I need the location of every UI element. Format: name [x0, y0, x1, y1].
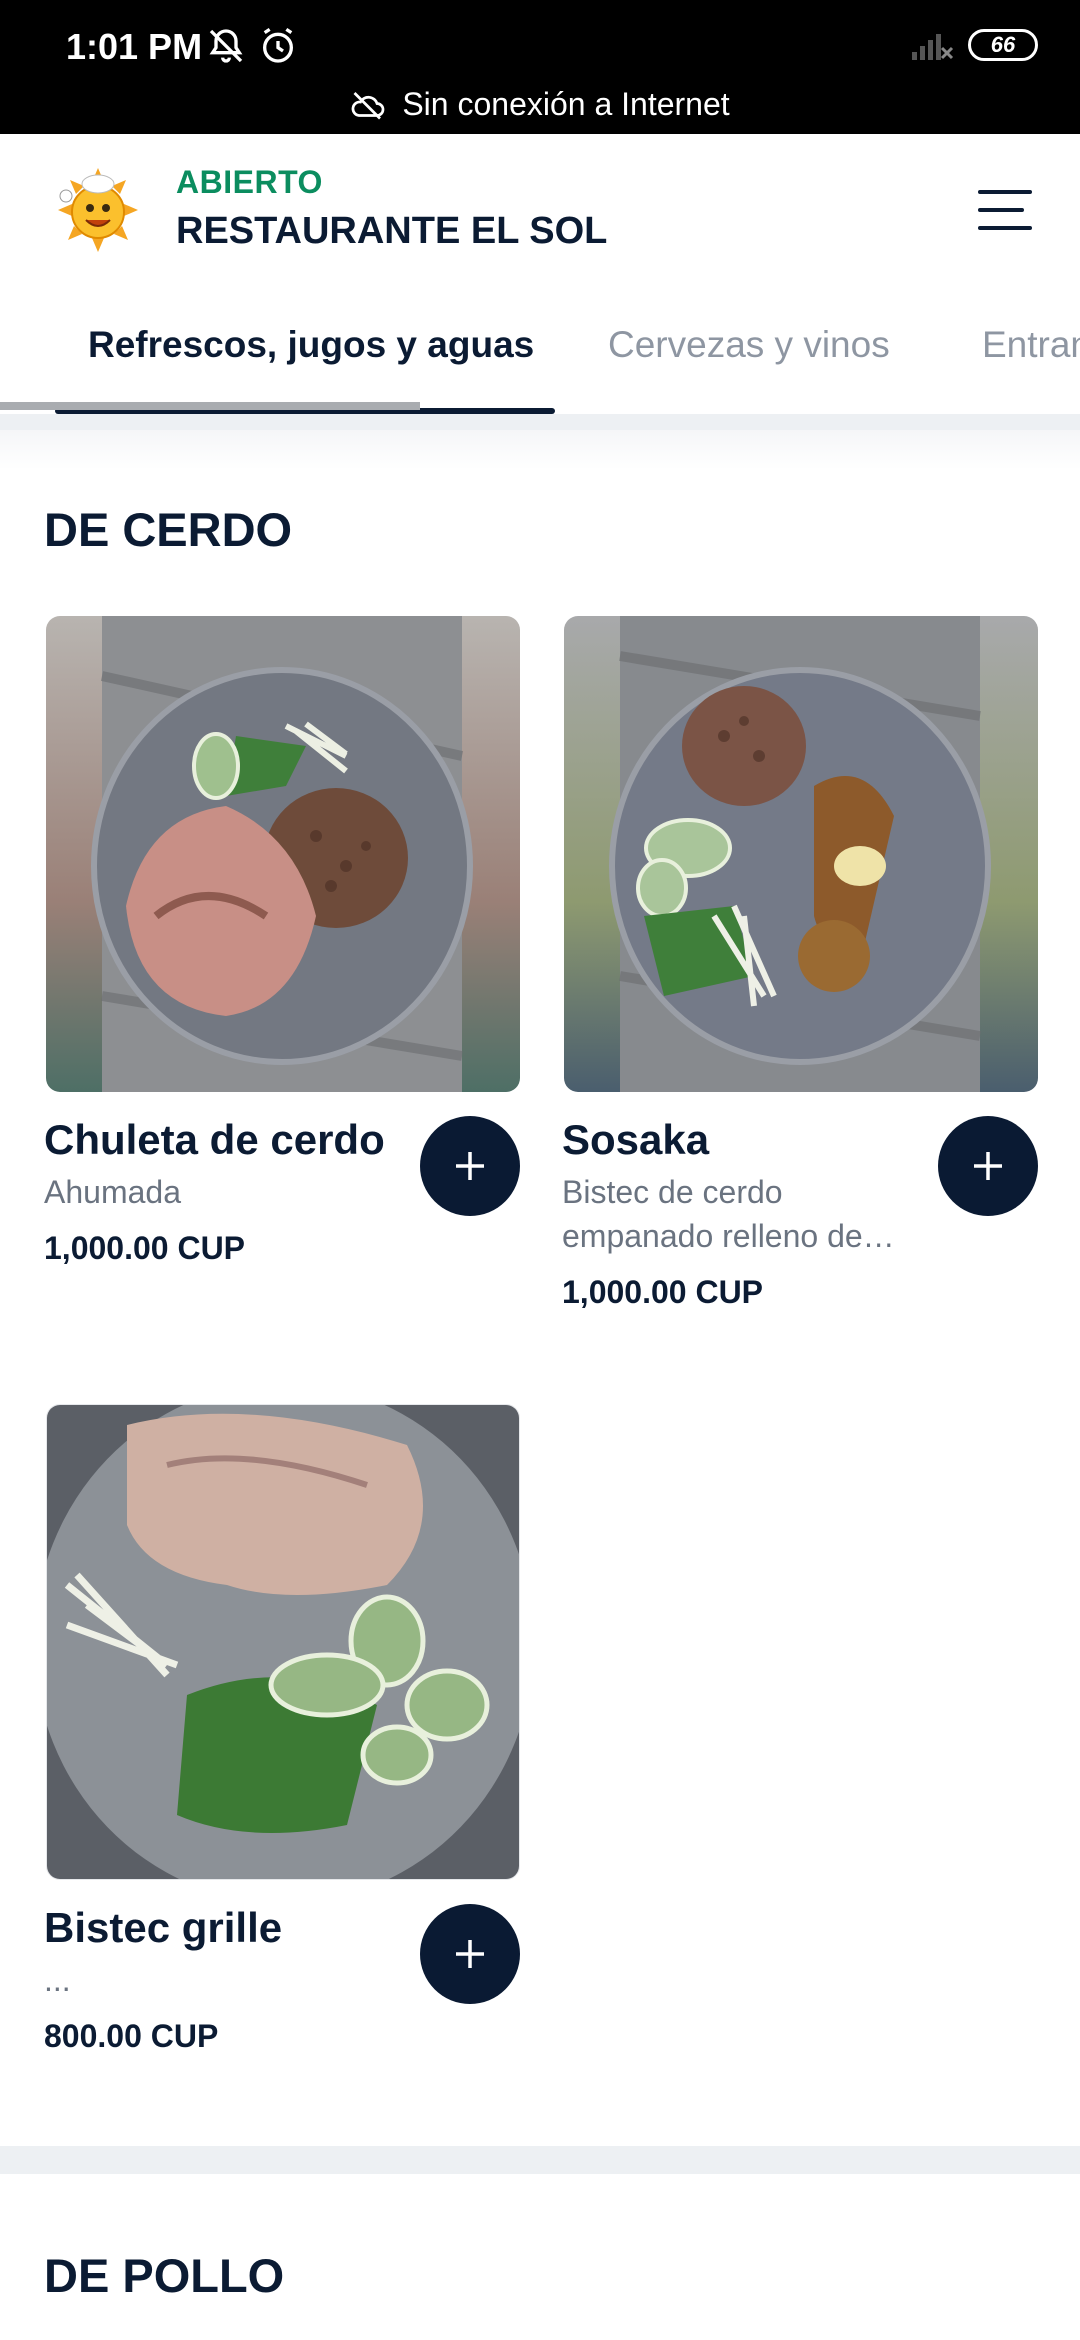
offline-text: Sin conexión a Internet [402, 86, 730, 122]
restaurant-name: RESTAURANTE EL SOL [176, 210, 608, 252]
add-to-cart-button[interactable] [938, 1116, 1038, 1216]
battery-indicator: 66 [968, 29, 1038, 61]
section-title-cerdo: DE CERDO [44, 503, 293, 556]
product-name[interactable]: Sosaka [562, 1116, 709, 1164]
status-icons-right: 66 [910, 28, 1038, 62]
tabs-scrollbar[interactable] [0, 402, 420, 410]
tabs-divider [0, 414, 1080, 430]
product-description: Ahumada [44, 1174, 181, 1210]
product-price: 800.00 CUP [44, 2018, 219, 2054]
product-image-chuleta[interactable] [46, 616, 520, 1092]
product-description: Bistec de cerdo empanado relleno de… [562, 1174, 895, 1254]
menu-icon [978, 190, 1032, 194]
tab-entrantes[interactable]: Entrantes [982, 324, 1080, 366]
product-image-sosaka[interactable] [564, 616, 1038, 1092]
alarm-icon [263, 27, 293, 63]
sun-chef-logo [58, 168, 138, 252]
open-status-badge: ABIERTO [176, 164, 323, 200]
menu-button[interactable] [978, 190, 1032, 230]
signal-off-icon [912, 34, 954, 60]
add-to-cart-button[interactable] [420, 1116, 520, 1216]
offline-banner: Sin conexión a Internet [0, 86, 1080, 123]
app-header: ABIERTO RESTAURANTE EL SOL [0, 134, 1080, 284]
tab-cervezas[interactable]: Cervezas y vinos [608, 324, 890, 366]
product-name[interactable]: Chuleta de cerdo [44, 1116, 385, 1164]
plus-icon [456, 1152, 484, 1180]
bell-off-icon [209, 29, 243, 63]
status-time: 1:01 PM [66, 26, 203, 67]
tab-refrescos[interactable]: Refrescos, jugos y aguas [88, 324, 534, 366]
status-bar: 1:01 PM 66 Sin conexión a Internet [0, 0, 1080, 134]
category-tabs: Refrescos, jugos y aguas Cervezas y vino… [0, 284, 1080, 414]
plus-icon [456, 1940, 484, 1968]
product-name[interactable]: Bistec grille [44, 1904, 282, 1952]
status-icons-left [206, 26, 298, 66]
cloud-off-icon [351, 91, 385, 119]
section-divider [0, 2146, 1080, 2174]
product-price: 1,000.00 CUP [562, 1274, 764, 1310]
section-title-pollo: DE POLLO [44, 2249, 285, 2302]
product-image-bistec[interactable] [46, 1404, 520, 1880]
plus-icon [974, 1152, 1002, 1180]
add-to-cart-button[interactable] [420, 1904, 520, 2004]
product-price: 1,000.00 CUP [44, 1230, 246, 1266]
product-description: ... [44, 1962, 71, 1998]
